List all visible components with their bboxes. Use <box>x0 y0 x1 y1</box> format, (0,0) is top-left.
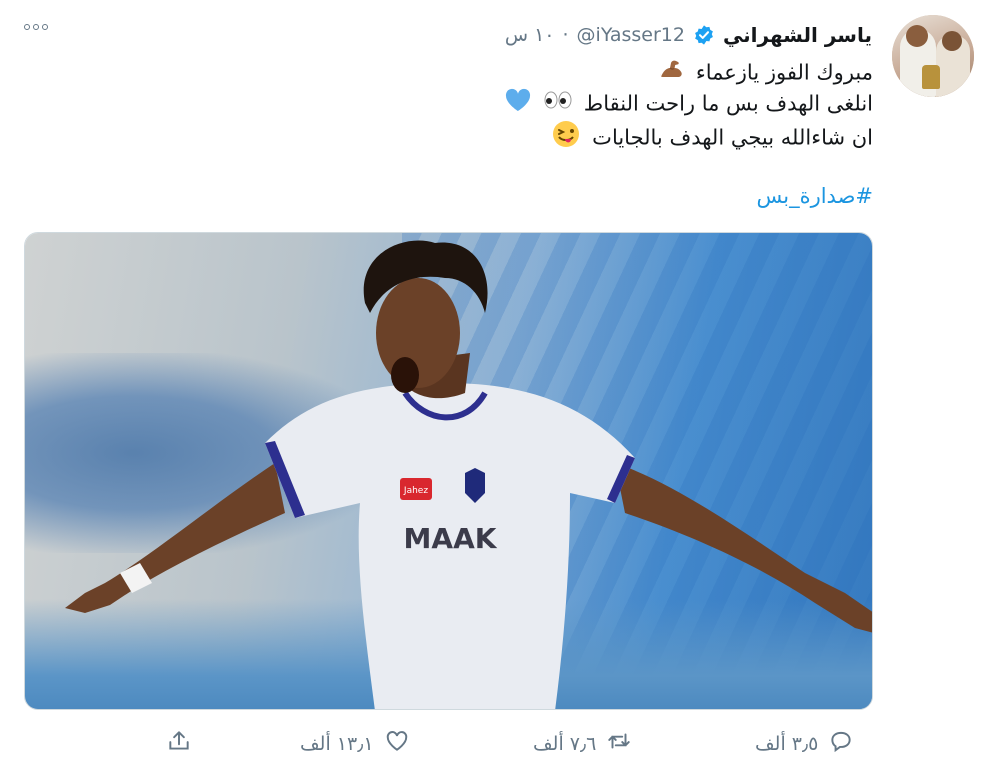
tweet-text: مبروك الفوز يازعماء انلغى الهدف بس ما را… <box>273 55 873 151</box>
reply-count: ٣٫٥ ألف <box>755 732 819 755</box>
tweet-line: انلغى الهدف بس ما راحت النقاط <box>273 87 873 119</box>
tweet-timestamp[interactable]: ١٠ س <box>505 24 555 46</box>
verified-badge-icon <box>693 24 715 46</box>
retweet-button[interactable]: ٧٫٦ ألف <box>533 728 632 759</box>
hashtag-link[interactable]: #صدارة_بس <box>756 184 873 208</box>
separator-dot: · <box>562 24 569 46</box>
like-count: ١٣٫١ ألف <box>300 732 374 755</box>
tweet-line: مبروك الفوز يازعماء <box>273 55 873 87</box>
eyes-icon <box>543 88 573 121</box>
kit-sponsor-text: MAAK <box>404 522 498 555</box>
heart-icon <box>384 728 410 759</box>
avatar[interactable] <box>892 15 974 97</box>
more-options-icon[interactable] <box>24 24 48 30</box>
retweet-icon <box>606 728 632 759</box>
reply-icon <box>828 728 854 759</box>
player-figure: Jahez MAAK <box>65 240 872 709</box>
sponsor-badge-text: Jahez <box>403 486 428 496</box>
retweet-count: ٧٫٦ ألف <box>533 732 597 755</box>
tweet-line-text: ان شاءالله بيجي الهدف بالجايات <box>592 125 873 150</box>
tweet-line: ان شاءالله بيجي الهدف بالجايات <box>273 119 873 151</box>
share-button[interactable] <box>166 728 192 759</box>
tweet-line-text: انلغى الهدف بس ما راحت النقاط <box>583 91 873 116</box>
like-button[interactable]: ١٣٫١ ألف <box>300 728 410 759</box>
share-icon <box>166 728 192 759</box>
tweet-actions: ٣٫٥ ألف ٧٫٦ ألف ١٣٫١ ألف <box>0 728 1000 758</box>
author-handle[interactable]: @iYasser12 <box>577 24 685 46</box>
blue-heart-icon <box>504 87 532 122</box>
tweet-header: ياسر الشهراني @iYasser12 · ١٠ س <box>505 20 872 50</box>
winking-tongue-face-icon <box>551 119 581 158</box>
tweet-media-photo[interactable]: Jahez MAAK <box>24 232 873 710</box>
author-name[interactable]: ياسر الشهراني <box>723 23 872 47</box>
reply-button[interactable]: ٣٫٥ ألف <box>755 728 854 759</box>
tweet-line-text: مبروك الفوز يازعماء <box>695 60 873 85</box>
